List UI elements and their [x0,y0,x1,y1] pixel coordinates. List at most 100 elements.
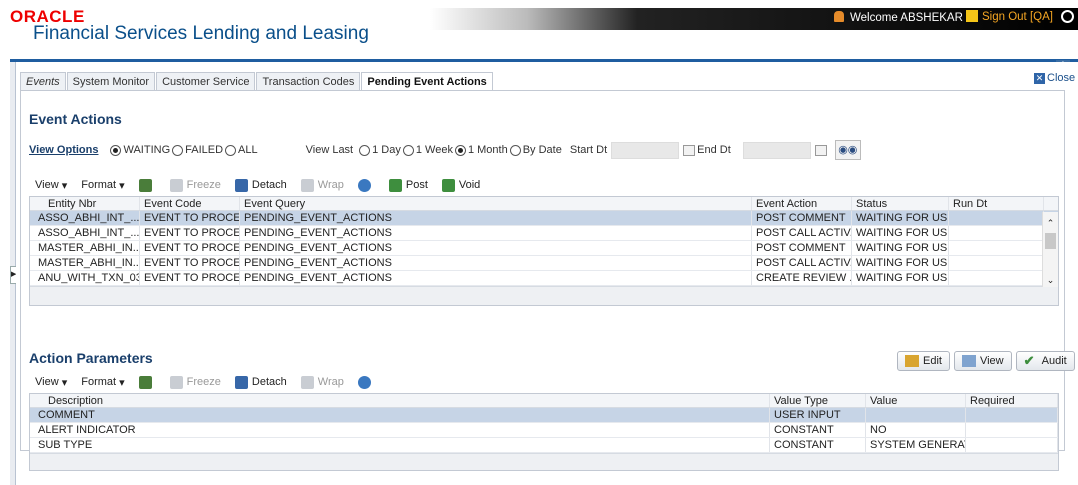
calendar-icon[interactable] [683,144,696,156]
format-menu[interactable]: Format ▾ [81,376,124,389]
refresh-button[interactable] [357,375,375,389]
cell-event-code: EVENT TO PROCE... [140,226,240,240]
power-icon[interactable] [1061,10,1074,23]
column-header[interactable]: Entity Nbr [30,197,140,210]
cell-entity-nbr: ASSO_ABHI_INT_... [30,226,140,240]
table-row[interactable]: COMMENT USER INPUT [30,408,1058,423]
cell-event-query: PENDING_EVENT_ACTIONS [240,271,752,285]
cell-required [966,408,1058,422]
cell-value: NO [866,423,966,437]
cell-entity-nbr: MASTER_ABHI_IN... [30,241,140,255]
view-menu[interactable]: View ▾ [35,179,67,192]
export-button[interactable] [138,375,156,389]
cell-event-action: POST COMMENT [752,241,852,255]
user-icon [834,11,844,22]
view-last-label: View Last [305,144,354,156]
radio-failed-label: FAILED [185,144,224,156]
table-footer [30,286,1058,305]
table-footer [30,453,1058,470]
table-row[interactable]: ASSO_ABHI_INT_... EVENT TO PROCE... PEND… [30,211,1058,226]
radio-1-day-label: 1 Day [372,144,401,156]
tab-pending-event-actions[interactable]: Pending Event Actions [361,72,493,91]
close-icon: ✕ [1034,73,1045,84]
end-date-input[interactable] [742,141,811,159]
freeze-button[interactable]: Freeze [169,178,221,192]
cell-description: SUB TYPE [30,438,770,452]
freeze-label: Freeze [186,179,221,191]
wrap-button[interactable]: Wrap [300,375,344,389]
column-header[interactable]: Event Action [752,197,852,210]
scroll-up-icon[interactable]: ⌃ [1043,218,1058,229]
cell-event-code: EVENT TO PROCE... [140,211,240,225]
audit-button[interactable]: ✔ Audit [1015,351,1075,371]
refresh-button[interactable] [357,178,375,192]
freeze-button[interactable]: Freeze [169,375,221,389]
void-label: Void [458,179,481,191]
wrap-button[interactable]: Wrap [300,178,344,192]
table-row[interactable]: ANU_WITH_TXN_03 EVENT TO PROCE... PENDIN… [30,271,1058,286]
void-button[interactable]: Void [441,178,481,192]
calendar-icon[interactable] [814,144,827,156]
action-parameters-buttons: Edit View ✔ Audit [897,351,1078,371]
event-actions-table: Entity Nbr Event Code Event Query Event … [29,196,1059,306]
column-header[interactable]: Event Query [240,197,752,210]
tab-events[interactable]: Events [20,72,66,91]
column-header[interactable]: Event Code [140,197,240,210]
post-button[interactable]: Post [388,178,428,192]
tab-customer-service[interactable]: Customer Service [156,72,256,91]
radio-1-week[interactable] [402,144,414,156]
post-icon [388,178,402,192]
radio-all[interactable] [225,144,237,156]
detach-button[interactable]: Detach [234,375,287,389]
refresh-icon [357,375,371,389]
radio-failed[interactable] [172,144,184,156]
edit-button[interactable]: Edit [897,351,950,371]
cell-event-code: EVENT TO PROCE... [140,241,240,255]
tab-transaction-codes[interactable]: Transaction Codes [256,72,361,91]
export-button[interactable] [138,178,156,192]
action-parameters-table: Description Value Type Value Required CO… [29,393,1059,471]
table-row[interactable]: SUB TYPE CONSTANT SYSTEM GENERAT... [30,438,1058,453]
view-options-label: View Options [29,144,99,156]
start-date-input[interactable] [611,141,680,159]
table-row[interactable]: ALERT INDICATOR CONSTANT NO [30,423,1058,438]
action-parameters-toolbar: View ▾ Format ▾ Freeze Detach Wrap [35,372,389,392]
cell-entity-nbr: ASSO_ABHI_INT_... [30,211,140,225]
column-header[interactable]: Value Type [770,394,866,407]
column-header[interactable]: Status [852,197,949,210]
vertical-scrollbar[interactable]: ⌃ ⌄ [1042,212,1058,287]
product-name: Financial Services Lending and Leasing [33,23,369,44]
table-row[interactable]: ASSO_ABHI_INT_... EVENT TO PROCE... PEND… [30,226,1058,241]
close-button[interactable]: ✕ Close [1034,72,1075,84]
cell-event-query: PENDING_EVENT_ACTIONS [240,256,752,270]
radio-1-day[interactable] [359,144,371,156]
sign-out-link[interactable]: Sign Out [QA] [966,10,1053,23]
cell-status: WAITING FOR US... [852,241,949,255]
column-header[interactable]: Required [966,394,1058,407]
tab-system-monitor[interactable]: System Monitor [66,72,156,91]
search-icon[interactable]: ◉◉ [834,140,861,160]
export-icon [138,178,152,192]
format-menu[interactable]: Format ▾ [81,179,124,192]
scroll-down-icon[interactable]: ⌄ [1043,275,1058,286]
column-header[interactable]: Description [30,394,770,407]
radio-1-month[interactable] [454,144,466,156]
cell-required [966,438,1058,452]
detach-button[interactable]: Detach [234,178,287,192]
table-row[interactable]: MASTER_ABHI_IN... EVENT TO PROCE... PEND… [30,256,1058,271]
cell-value: SYSTEM GENERAT... [866,438,966,452]
radio-waiting-label: WAITING [123,144,171,156]
cell-status: WAITING FOR US... [852,271,949,285]
user-menu[interactable]: Welcome ABSHEKAR▼ [834,11,975,24]
radio-by-date[interactable] [509,144,521,156]
view-button[interactable]: View [953,351,1012,371]
scrollbar-thumb[interactable] [1045,233,1056,249]
table-row[interactable]: MASTER_ABHI_IN... EVENT TO PROCE... PEND… [30,241,1058,256]
view-menu[interactable]: View ▾ [35,376,67,389]
radio-waiting[interactable] [110,144,122,156]
cell-run-dt [949,226,1044,240]
column-header[interactable]: Run Dt [949,197,1044,210]
event-actions-toolbar: View ▾ Format ▾ Freeze Detach Wrap Post … [35,175,494,195]
view-options-row: View Options WAITING FAILED ALL View Las… [29,140,861,160]
column-header[interactable]: Value [866,394,966,407]
